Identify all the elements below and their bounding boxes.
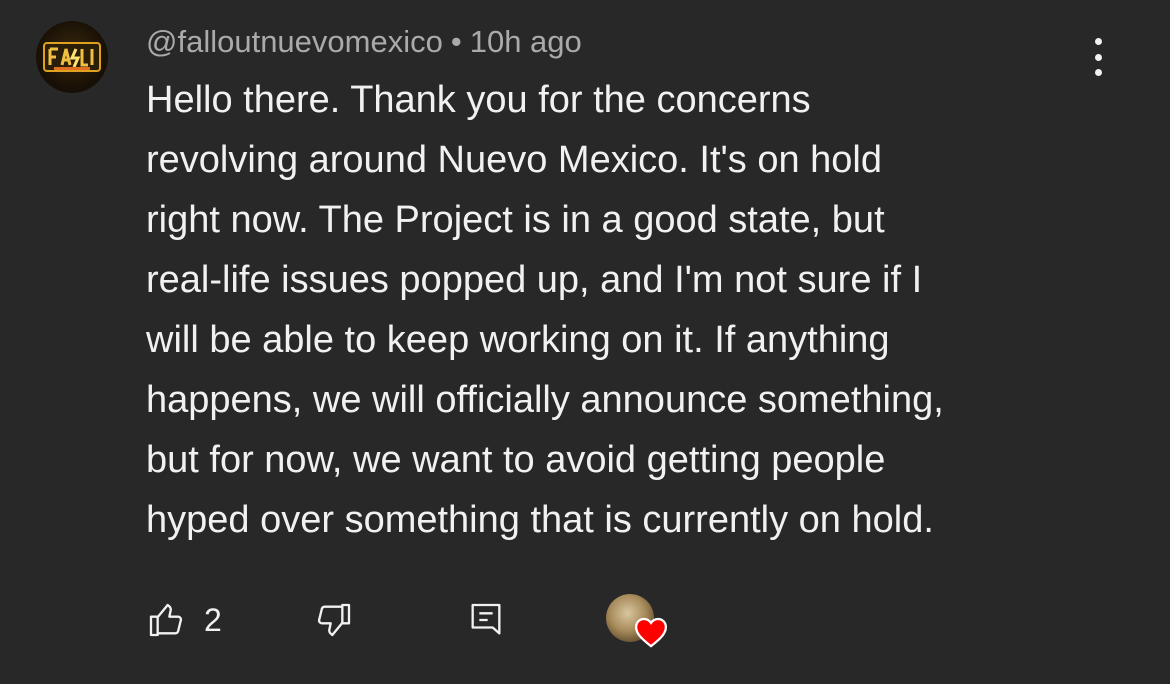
- comment-line: real-life issues popped up, and I'm not …: [146, 259, 923, 301]
- reply-icon: [471, 603, 501, 635]
- timestamp[interactable]: 10h ago: [470, 24, 582, 59]
- dislike-button[interactable]: [314, 592, 354, 648]
- comment-line: hyped over something that is currently o…: [146, 499, 934, 541]
- comment-body: Hello there. Thank you for the concerns …: [146, 70, 1086, 550]
- author-name[interactable]: @falloutnuevomexico: [146, 24, 443, 59]
- thumbs-down-icon: [317, 603, 351, 637]
- like-button[interactable]: 2: [146, 592, 222, 648]
- channel-logo-icon: [43, 42, 101, 72]
- separator-dot: •: [450, 24, 462, 59]
- creator-heart-icon: [634, 617, 668, 648]
- comment-line: happens, we will officially announce som…: [146, 379, 944, 421]
- comment-line: right now. The Project is in a good stat…: [146, 199, 885, 241]
- comment-line: Hello there. Thank you for the concerns: [146, 79, 811, 121]
- comment: @falloutnuevomexico • 10h ago Hello there.…: [0, 0, 1170, 684]
- comment-line: revolving around Nuevo Mexico. It's on h…: [146, 139, 882, 181]
- comment-header: @falloutnuevomexico • 10h ago: [146, 22, 582, 62]
- channel-avatar[interactable]: [36, 21, 108, 93]
- more-vertical-icon: [1094, 38, 1102, 45]
- like-count: 2: [204, 601, 222, 638]
- thumbs-up-icon: [149, 603, 183, 637]
- comment-line: will be able to keep working on it. If a…: [146, 319, 890, 361]
- creator-heart-badge[interactable]: [604, 592, 668, 648]
- reply-button[interactable]: [466, 592, 506, 648]
- comment-line: but for now, we want to avoid getting pe…: [146, 439, 886, 481]
